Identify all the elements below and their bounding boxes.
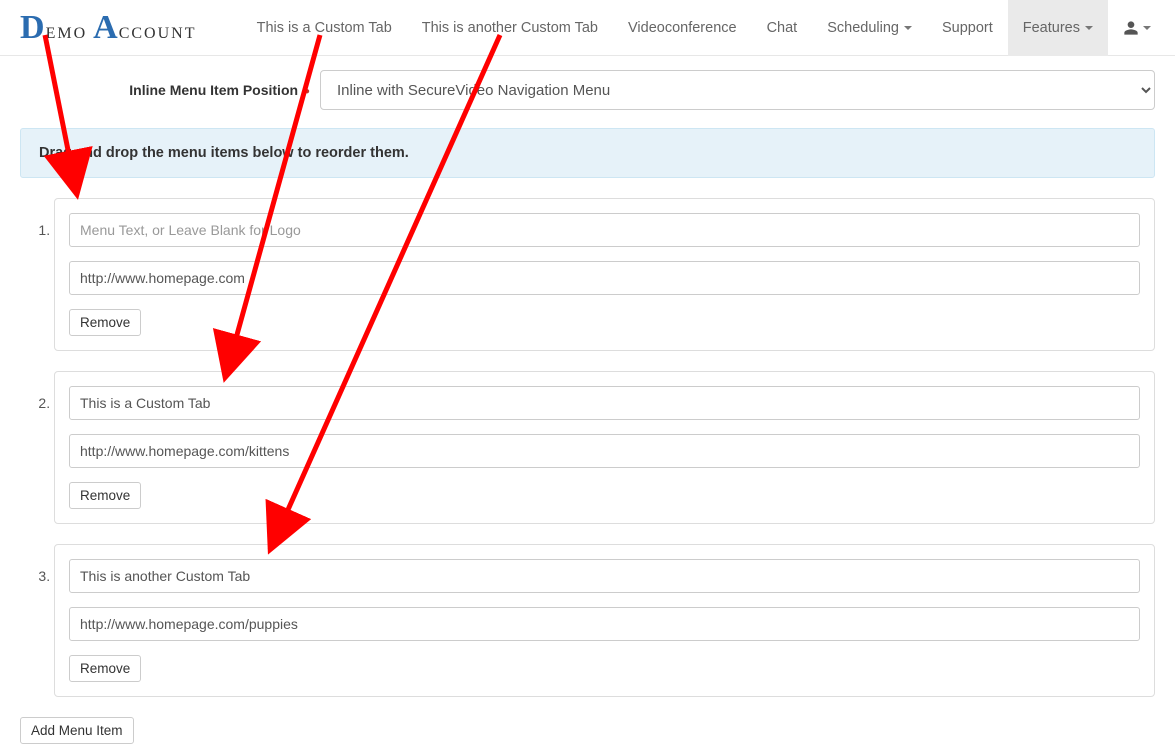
nav-features[interactable]: Features — [1008, 0, 1108, 56]
brand-account-rest: CCOUNT — [119, 25, 197, 43]
top-navbar: D EMO A CCOUNT This is a Custom Tab This… — [0, 0, 1175, 56]
remove-button[interactable]: Remove — [69, 655, 141, 682]
user-icon — [1123, 20, 1139, 36]
nav-scheduling-label: Scheduling — [827, 20, 899, 36]
caret-down-icon — [904, 26, 912, 30]
brand-a-cap: A — [93, 11, 119, 45]
nav-support[interactable]: Support — [927, 0, 1008, 56]
nav-videoconference[interactable]: Videoconference — [613, 0, 752, 56]
remove-button[interactable]: Remove — [69, 482, 141, 509]
nav-right: This is a Custom Tab This is another Cus… — [242, 0, 1161, 56]
required-dot-icon: ● — [304, 86, 310, 97]
brand-d-cap: D — [20, 11, 46, 45]
menu-items-list: Remove Remove Remove — [20, 198, 1155, 697]
nav-features-label: Features — [1023, 20, 1080, 36]
reorder-instructions: Drag and drop the menu items below to re… — [20, 128, 1155, 178]
page-content: Inline Menu Item Position ● Inline with … — [0, 56, 1175, 744]
user-menu[interactable] — [1108, 0, 1161, 56]
list-item[interactable]: Remove — [54, 198, 1155, 351]
menu-url-input[interactable] — [69, 607, 1140, 641]
menu-item-panel[interactable]: Remove — [54, 544, 1155, 697]
caret-down-icon — [1085, 26, 1093, 30]
menu-text-input[interactable] — [69, 213, 1140, 247]
position-label-text: Inline Menu Item Position — [129, 82, 298, 98]
brand-demo-rest: EMO — [46, 25, 88, 43]
list-item[interactable]: Remove — [54, 544, 1155, 697]
menu-text-input[interactable] — [69, 386, 1140, 420]
nav-custom-tab-2[interactable]: This is another Custom Tab — [407, 0, 613, 56]
menu-url-input[interactable] — [69, 434, 1140, 468]
menu-text-input[interactable] — [69, 559, 1140, 593]
nav-custom-tab-1[interactable]: This is a Custom Tab — [242, 0, 407, 56]
remove-button[interactable]: Remove — [69, 309, 141, 336]
list-item[interactable]: Remove — [54, 371, 1155, 524]
nav-chat[interactable]: Chat — [752, 0, 813, 56]
menu-url-input[interactable] — [69, 261, 1140, 295]
nav-scheduling[interactable]: Scheduling — [812, 0, 927, 56]
menu-item-panel[interactable]: Remove — [54, 198, 1155, 351]
caret-down-icon — [1143, 26, 1151, 30]
position-select[interactable]: Inline with SecureVideo Navigation Menu — [320, 70, 1155, 110]
menu-item-panel[interactable]: Remove — [54, 371, 1155, 524]
brand-logo[interactable]: D EMO A CCOUNT — [20, 11, 196, 45]
add-menu-item-button[interactable]: Add Menu Item — [20, 717, 134, 744]
position-row: Inline Menu Item Position ● Inline with … — [20, 70, 1155, 110]
position-label: Inline Menu Item Position ● — [20, 82, 320, 98]
